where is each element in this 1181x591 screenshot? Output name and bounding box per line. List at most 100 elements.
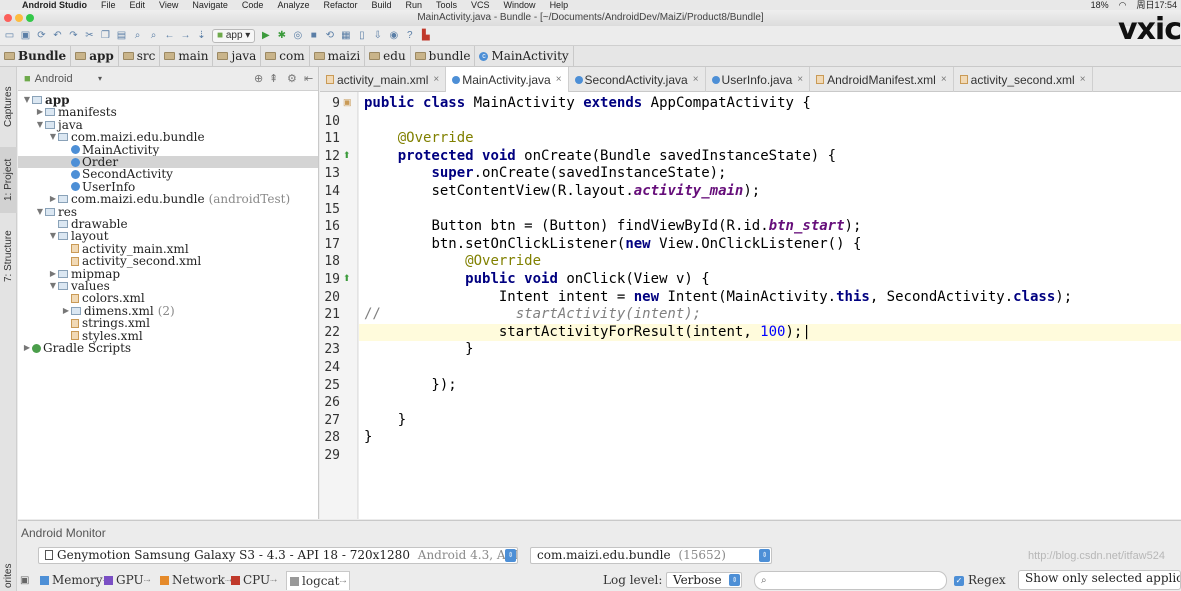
undo-icon[interactable]: ↶ bbox=[52, 30, 63, 41]
redo-icon[interactable]: ↷ bbox=[68, 30, 79, 41]
close-tab-icon[interactable]: × bbox=[1080, 74, 1086, 85]
project-tab[interactable]: 1: Project bbox=[0, 147, 17, 213]
regex-option[interactable]: ✓ Regex bbox=[954, 571, 1006, 590]
settings-gear-icon[interactable]: ⚙ bbox=[287, 72, 297, 85]
pin-icon[interactable]: ⇢ bbox=[339, 572, 346, 591]
code-line[interactable]: @Override bbox=[364, 130, 474, 148]
code-line[interactable]: public class MainActivity extends AppCom… bbox=[364, 95, 811, 113]
log-level-selector[interactable]: Verbose ⇕ bbox=[666, 572, 742, 588]
view-dropdown-icon[interactable]: ▾ bbox=[98, 74, 102, 83]
copy-icon[interactable]: ❐ bbox=[100, 30, 111, 41]
code-line[interactable]: } bbox=[364, 412, 406, 430]
tree-node[interactable]: strings.xml bbox=[61, 317, 150, 329]
open-icon[interactable]: ▭ bbox=[4, 30, 15, 41]
close-tab-icon[interactable]: × bbox=[693, 74, 699, 85]
breadcrumb-item[interactable]: com bbox=[261, 45, 310, 67]
close-window-button[interactable] bbox=[4, 14, 12, 22]
save-icon[interactable]: ▣ bbox=[20, 30, 31, 41]
debug-icon[interactable]: ✱ bbox=[276, 30, 287, 41]
menu-view[interactable]: View bbox=[159, 0, 178, 10]
expanded-arrow-icon[interactable]: ▼ bbox=[35, 119, 45, 131]
wifi-icon[interactable]: ◠ bbox=[1119, 0, 1127, 10]
code-line[interactable]: Intent intent = new Intent(MainActivity.… bbox=[364, 289, 1072, 307]
menu-help[interactable]: Help bbox=[550, 0, 569, 10]
menu-file[interactable]: File bbox=[101, 0, 116, 10]
tree-node[interactable]: ▶ mipmap bbox=[48, 268, 120, 280]
process-dropdown-icon[interactable]: ⇕ bbox=[759, 549, 770, 562]
code-editor[interactable]: public class MainActivity extends AppCom… bbox=[359, 92, 1181, 519]
expanded-arrow-icon[interactable]: ▼ bbox=[35, 206, 45, 218]
expanded-arrow-icon[interactable]: ▼ bbox=[22, 94, 32, 106]
sync-icon[interactable]: ⟳ bbox=[36, 30, 47, 41]
device-dropdown-icon[interactable]: ⇕ bbox=[505, 549, 516, 562]
tree-node[interactable]: activity_second.xml bbox=[61, 255, 201, 267]
tree-node[interactable]: SecondActivity bbox=[61, 168, 173, 180]
replace-icon[interactable]: ⌕ bbox=[148, 30, 159, 41]
monitor-tab-cpu[interactable]: CPU ⇢ bbox=[231, 571, 277, 590]
zoom-window-button[interactable] bbox=[26, 14, 34, 22]
hide-panel-icon[interactable]: ⇤ bbox=[304, 72, 313, 85]
capture-icon[interactable]: ▣ bbox=[20, 571, 29, 590]
breadcrumb-item[interactable]: app bbox=[71, 45, 119, 67]
code-line[interactable]: startActivityForResult(intent, 100);| bbox=[364, 324, 811, 342]
expanded-arrow-icon[interactable]: ▼ bbox=[48, 131, 58, 143]
minimize-window-button[interactable] bbox=[15, 14, 23, 22]
code-line[interactable]: public void onClick(View v) { bbox=[364, 271, 710, 289]
monitor-tab-memory[interactable]: Memory ⇢ bbox=[40, 571, 109, 590]
breadcrumb-item[interactable]: c MainActivity bbox=[475, 45, 574, 67]
device-selector[interactable]: Genymotion Samsung Galaxy S3 - 4.3 - API… bbox=[38, 547, 518, 564]
collapsed-arrow-icon[interactable]: ▶ bbox=[35, 106, 45, 118]
tree-node[interactable]: ▼ values bbox=[48, 280, 110, 292]
editor-tab[interactable]: AndroidManifest.xml × bbox=[810, 67, 954, 92]
menu-edit[interactable]: Edit bbox=[130, 0, 146, 10]
collapsed-arrow-icon[interactable]: ▶ bbox=[48, 193, 58, 205]
back-icon[interactable]: ← bbox=[164, 30, 175, 41]
expanded-arrow-icon[interactable]: ▼ bbox=[48, 280, 58, 292]
menu-analyze[interactable]: Analyze bbox=[277, 0, 309, 10]
editor-tab[interactable]: MainActivity.java × bbox=[446, 67, 569, 92]
editor-tab[interactable]: activity_main.xml × bbox=[320, 67, 447, 92]
process-selector[interactable]: com.maizi.edu.bundle (15652) ⇕ bbox=[530, 547, 772, 564]
code-line[interactable]: super.onCreate(savedInstanceState); bbox=[364, 165, 726, 183]
breadcrumb-item[interactable]: src bbox=[119, 45, 161, 67]
stop-icon[interactable]: ■ bbox=[308, 30, 319, 41]
menu-code[interactable]: Code bbox=[242, 0, 264, 10]
code-line[interactable]: btn.setOnClickListener(new View.OnClickL… bbox=[364, 236, 861, 254]
override-gutter-icon[interactable]: ⬆ bbox=[343, 273, 351, 284]
android-device-monitor-icon[interactable]: ◉ bbox=[388, 30, 399, 41]
code-line[interactable]: @Override bbox=[364, 253, 541, 271]
tree-node[interactable]: ▶ Gradle Scripts bbox=[22, 342, 131, 354]
breadcrumb-item[interactable]: bundle bbox=[411, 45, 476, 67]
monitor-tab-gpu[interactable]: GPU ⇢ bbox=[104, 571, 150, 590]
code-line[interactable]: } bbox=[364, 341, 473, 359]
tree-node[interactable]: ▶ dimens.xml (2) bbox=[61, 305, 175, 317]
monitor-tab-network[interactable]: Network ⇢ bbox=[160, 571, 232, 590]
favorites-tab[interactable]: orites bbox=[0, 561, 17, 591]
view-selector[interactable]: Android bbox=[35, 73, 73, 85]
menu-refactor[interactable]: Refactor bbox=[323, 0, 357, 10]
breadcrumb-item[interactable]: edu bbox=[365, 45, 411, 67]
breadcrumb-item[interactable]: java bbox=[213, 45, 262, 67]
filter-selector[interactable]: Show only selected applicati bbox=[1018, 570, 1181, 590]
logcat-search-input[interactable]: ⌕ bbox=[754, 571, 947, 590]
code-line[interactable]: }); bbox=[364, 377, 456, 395]
code-line[interactable]: setContentView(R.layout.activity_main); bbox=[364, 183, 760, 201]
avd-manager-icon[interactable]: ▯ bbox=[356, 30, 367, 41]
captures-tab[interactable]: Captures bbox=[0, 73, 17, 141]
tree-node[interactable]: ▼ com.maizi.edu.bundle bbox=[48, 131, 205, 143]
tree-node[interactable]: drawable bbox=[48, 218, 128, 230]
tree-node[interactable]: ▼ layout bbox=[48, 230, 109, 242]
breadcrumb-item[interactable]: maizi bbox=[310, 45, 366, 67]
breadcrumb-item[interactable]: main bbox=[160, 45, 214, 67]
tree-node[interactable]: UserInfo bbox=[61, 181, 135, 193]
close-tab-icon[interactable]: × bbox=[433, 74, 439, 85]
structure-tab[interactable]: 7: Structure bbox=[0, 219, 17, 293]
editor-tab[interactable]: UserInfo.java × bbox=[706, 67, 811, 92]
regex-checkbox[interactable]: ✓ bbox=[954, 575, 964, 586]
override-gutter-icon[interactable]: ⬆ bbox=[343, 150, 351, 161]
menu-tools[interactable]: Tools bbox=[436, 0, 457, 10]
menu-window[interactable]: Window bbox=[504, 0, 536, 10]
collapsed-arrow-icon[interactable]: ▶ bbox=[22, 342, 32, 354]
project-structure-icon[interactable]: ▦ bbox=[340, 30, 351, 41]
clock[interactable]: 周日17:54 bbox=[1136, 0, 1177, 10]
